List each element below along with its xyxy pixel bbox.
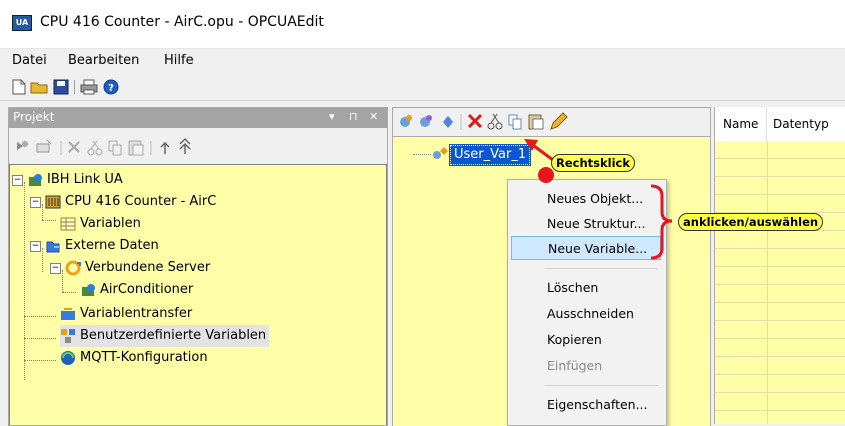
brace-icon: [650, 184, 673, 260]
annotation-rechtsklick: Rechtsklick: [551, 154, 635, 172]
annotation-anklicken-auswaehlen: anklicken/auswählen: [678, 213, 824, 231]
click-marker-icon: [538, 167, 554, 183]
annotation-overlay: [524, 139, 673, 260]
